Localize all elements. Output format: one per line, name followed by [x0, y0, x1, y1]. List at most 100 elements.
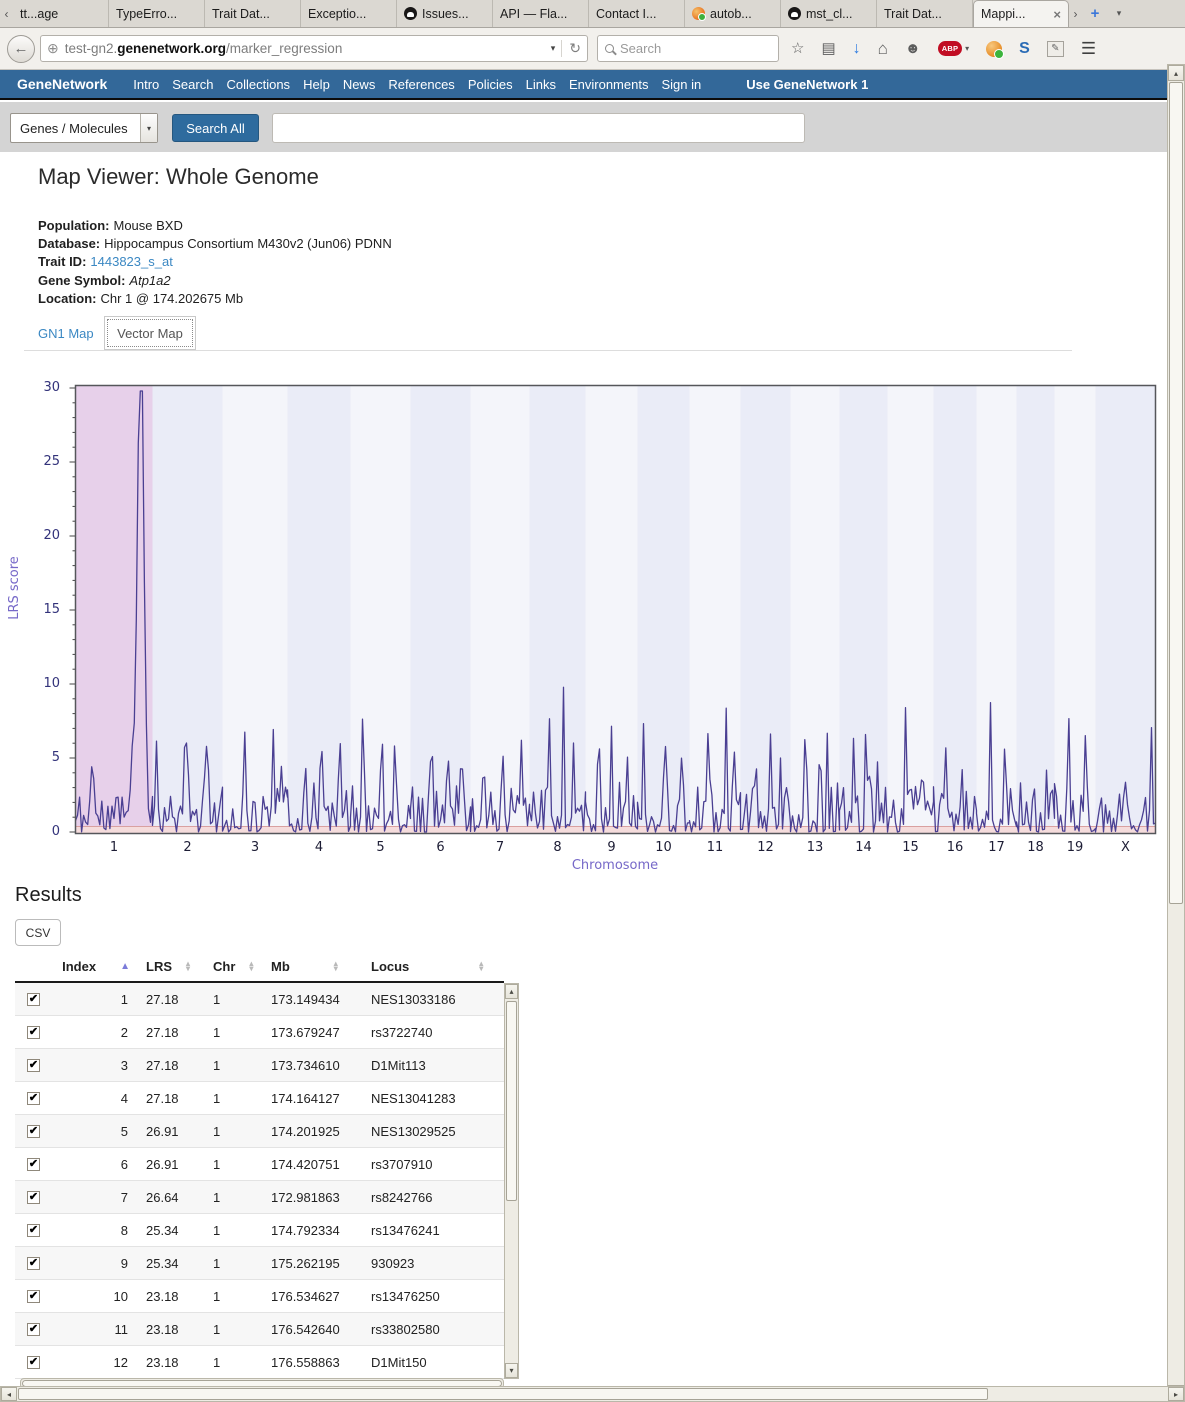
browser-tab[interactable]: API — Fla...: [493, 0, 589, 27]
url-dropdown-icon[interactable]: ▾: [545, 43, 562, 54]
adblock-icon[interactable]: ABP ▾: [938, 41, 969, 56]
scroll-right-icon[interactable]: ▸: [1168, 1387, 1184, 1401]
browser-tab[interactable]: autob...: [685, 0, 781, 27]
browser-search-input[interactable]: Search: [597, 35, 779, 62]
cell-lrs: 23.18: [130, 1289, 195, 1304]
nav-item-intro[interactable]: Intro: [133, 77, 159, 92]
nav-item-environments[interactable]: Environments: [569, 77, 648, 92]
scroll-down-icon[interactable]: ▾: [505, 1363, 518, 1378]
back-button[interactable]: ←: [7, 35, 35, 63]
column-header-lrs[interactable]: LRS▴▾: [130, 959, 195, 974]
url-bar[interactable]: ⊕ test-gn2.genenetwork.org/marker_regres…: [40, 35, 588, 62]
edit-extension-icon[interactable]: ✎: [1047, 41, 1064, 57]
scroll-left-icon[interactable]: ◂: [1, 1387, 17, 1401]
row-checkbox[interactable]: ✔: [27, 1257, 40, 1270]
browser-tab[interactable]: tt...age: [13, 0, 109, 27]
cell-locus: D1Mit150: [357, 1355, 504, 1370]
row-checkbox[interactable]: ✔: [27, 1059, 40, 1072]
scroll-up-icon[interactable]: ▴: [505, 984, 518, 999]
search-all-button[interactable]: Search All: [172, 114, 259, 142]
hamburger-menu-icon[interactable]: ☰: [1081, 40, 1096, 57]
cell-mb: 174.420751: [257, 1157, 357, 1172]
nav-item-news[interactable]: News: [343, 77, 376, 92]
sort-icon[interactable]: ▴▾: [334, 961, 338, 971]
nav-item-search[interactable]: Search: [172, 77, 213, 92]
column-header-locus[interactable]: Locus▴▾: [357, 959, 504, 974]
scrollbar-thumb[interactable]: [1169, 82, 1183, 904]
search-category-select[interactable]: Genes / Molecules ▾: [10, 113, 158, 143]
browser-tab-active[interactable]: Mappi... ×: [973, 0, 1069, 27]
tab-close-icon[interactable]: ×: [1053, 7, 1061, 22]
tab-vector-map[interactable]: Vector Map: [104, 316, 196, 350]
scroll-up-icon[interactable]: ▴: [1168, 65, 1184, 81]
row-checkbox[interactable]: ✔: [27, 1158, 40, 1171]
nav-item-help[interactable]: Help: [303, 77, 330, 92]
x-tick-label: 10: [644, 840, 684, 855]
s-extension-icon[interactable]: S: [1019, 40, 1030, 58]
proxy-extension-icon[interactable]: [986, 41, 1002, 57]
table-row: ✔427.181174.164127NES13041283: [15, 1082, 504, 1115]
bookmark-star-icon[interactable]: ☆: [791, 41, 804, 56]
trait-id-link[interactable]: 1443823_s_at: [90, 254, 172, 269]
tab-scroll-right-icon[interactable]: ›: [1069, 0, 1082, 27]
nav-item-references[interactable]: References: [388, 77, 454, 92]
reading-list-icon[interactable]: ▤: [821, 41, 835, 56]
sort-icon[interactable]: ▴▾: [186, 961, 190, 971]
browser-tab[interactable]: mst_cl...: [781, 0, 877, 27]
adblock-dropdown-icon[interactable]: ▾: [965, 44, 969, 53]
checkbox-cell: ✔: [15, 1257, 65, 1270]
reload-icon[interactable]: ↻: [561, 40, 581, 57]
tab-scroll-left-icon[interactable]: ‹: [0, 0, 13, 27]
site-search-input[interactable]: [272, 113, 805, 143]
chat-extension-icon[interactable]: ☻: [905, 41, 921, 56]
row-checkbox[interactable]: ✔: [27, 1092, 40, 1105]
row-checkbox[interactable]: ✔: [27, 1026, 40, 1039]
use-genenetwork1-link[interactable]: Use GeneNetwork 1: [746, 77, 868, 92]
results-table: Index▲ LRS▴▾ Chr▴▾ Mb▴▾ Locus▴▾ ✔127.181…: [15, 951, 504, 1379]
search-icon: [605, 44, 614, 53]
nav-item-policies[interactable]: Policies: [468, 77, 513, 92]
row-checkbox[interactable]: ✔: [27, 1125, 40, 1138]
browser-tab[interactable]: TypeErro...: [109, 0, 205, 27]
browser-tab[interactable]: Trait Dat...: [877, 0, 973, 27]
site-brand[interactable]: GeneNetwork: [17, 76, 107, 92]
browser-tab[interactable]: Issues...: [397, 0, 493, 27]
sort-icon[interactable]: ▴▾: [479, 961, 483, 971]
csv-export-button[interactable]: CSV: [15, 919, 61, 946]
row-checkbox[interactable]: ✔: [27, 1191, 40, 1204]
row-checkbox[interactable]: ✔: [27, 1224, 40, 1237]
row-checkbox[interactable]: ✔: [27, 1356, 40, 1369]
new-tab-button[interactable]: +: [1082, 0, 1108, 27]
cell-index: 2: [65, 1025, 130, 1040]
column-header-chr[interactable]: Chr▴▾: [195, 959, 257, 974]
tab-gn1-map[interactable]: GN1 Map: [38, 326, 94, 341]
cell-locus: rs8242766: [357, 1190, 504, 1205]
chevron-down-icon[interactable]: ▾: [140, 114, 157, 142]
sort-ascending-icon[interactable]: ▲: [120, 961, 130, 972]
cell-mb: 175.262195: [257, 1256, 357, 1271]
nav-item-collections[interactable]: Collections: [226, 77, 290, 92]
nav-item-signin[interactable]: Sign in: [661, 77, 701, 92]
table-vertical-scrollbar[interactable]: ▴ ▾: [504, 983, 519, 1379]
x-tick-label: 19: [1055, 840, 1095, 855]
page-vertical-scrollbar[interactable]: ▴ ▾: [1167, 64, 1185, 1402]
browser-tab[interactable]: Contact I...: [589, 0, 685, 27]
nav-item-links[interactable]: Links: [526, 77, 556, 92]
column-header-index[interactable]: Index▲: [65, 959, 130, 974]
scrollbar-thumb[interactable]: [18, 1388, 988, 1400]
cell-lrs: 27.18: [130, 1058, 195, 1073]
page-horizontal-scrollbar[interactable]: ◂ ▸: [0, 1386, 1185, 1402]
scrollbar-thumb[interactable]: [506, 1001, 517, 1201]
tab-label: API — Fla...: [500, 7, 581, 21]
row-checkbox[interactable]: ✔: [27, 1290, 40, 1303]
row-checkbox[interactable]: ✔: [27, 993, 40, 1006]
row-checkbox[interactable]: ✔: [27, 1323, 40, 1336]
home-icon[interactable]: ⌂: [878, 40, 888, 57]
sort-icon[interactable]: ▴▾: [249, 961, 253, 971]
downloads-icon[interactable]: ↓: [853, 41, 861, 57]
browser-tab[interactable]: Exceptio...: [301, 0, 397, 27]
x-tick-label: 15: [891, 840, 931, 855]
browser-tab[interactable]: Trait Dat...: [205, 0, 301, 27]
tab-list-dropdown-icon[interactable]: ▾: [1108, 0, 1130, 27]
column-header-mb[interactable]: Mb▴▾: [257, 959, 357, 974]
